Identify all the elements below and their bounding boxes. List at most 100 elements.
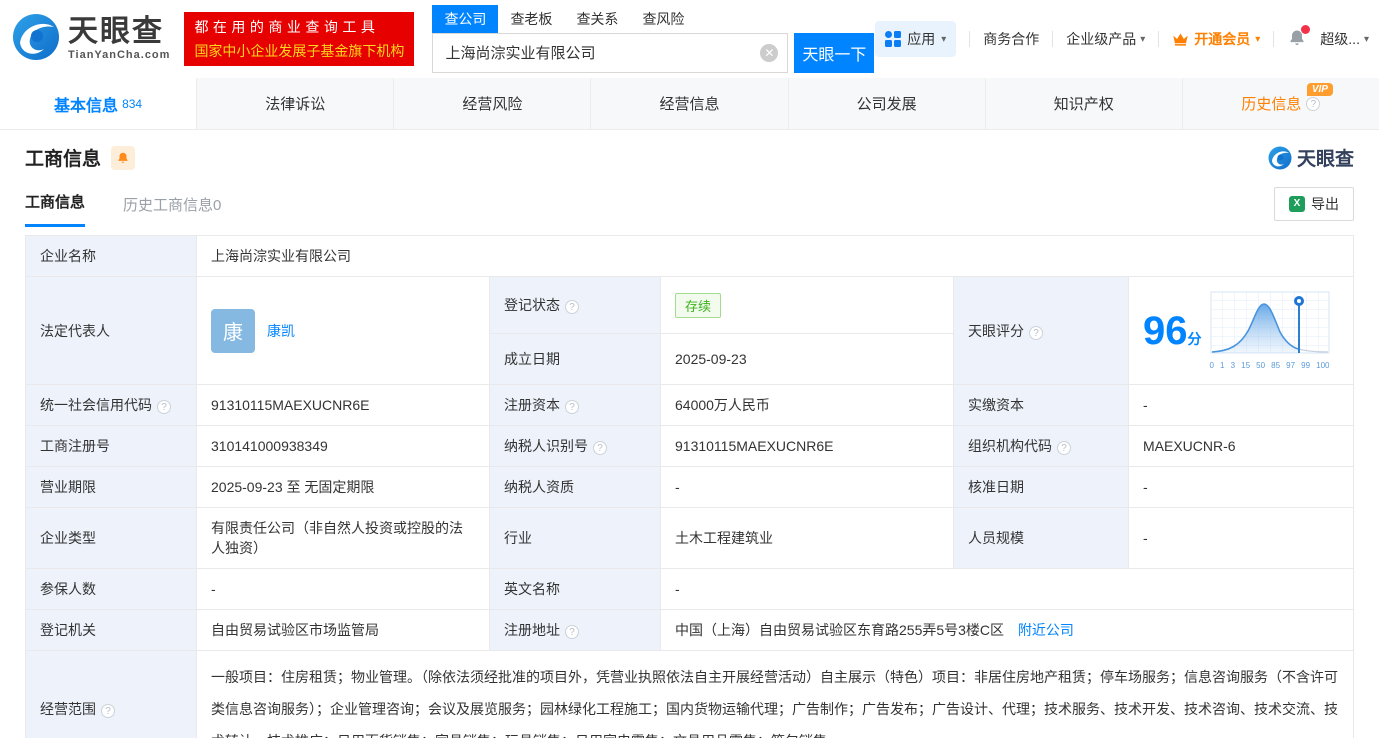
- promo-banner: 都在用的商业查询工具 国家中小企业发展子基金旗下机构: [184, 12, 415, 66]
- subtab-business-info[interactable]: 工商信息: [25, 191, 86, 227]
- authority-label: 登记机关: [25, 609, 197, 651]
- org-code-label-cell: 组织机构代码?: [953, 425, 1129, 467]
- company-name-value: 上海尚淙实业有限公司: [196, 235, 1354, 277]
- industry-label: 行业: [489, 507, 661, 569]
- search-tab-company[interactable]: 查公司: [432, 4, 499, 33]
- tab-basic-info[interactable]: 基本信息 834: [0, 78, 198, 129]
- reg-no-value: 310141000938349: [196, 425, 490, 467]
- divider: [1052, 31, 1054, 47]
- tab-legal-litigation[interactable]: 法律诉讼: [197, 78, 395, 129]
- chevron-down-icon: ▾: [1255, 33, 1261, 45]
- tab-operation-risk[interactable]: 经营风险: [394, 78, 592, 129]
- tab-operation-info[interactable]: 经营信息: [591, 78, 789, 129]
- chevron-down-icon: ▾: [941, 33, 947, 45]
- help-icon[interactable]: ?: [593, 441, 607, 455]
- main-content: 工商信息 天眼查 工商信息 历史工商信息0 X 导出 企业名称 上海尚淙实业有限…: [0, 130, 1379, 738]
- company-type-label: 企业类型: [25, 507, 197, 569]
- divider: [1273, 31, 1275, 47]
- taxpayer-id-label-cell: 纳税人识别号?: [489, 425, 661, 467]
- legal-rep-link[interactable]: 康凯: [267, 321, 295, 341]
- establish-date-value: 2025-09-23: [660, 333, 954, 385]
- tab-intellectual-property[interactable]: 知识产权: [986, 78, 1183, 129]
- help-icon[interactable]: ?: [565, 400, 579, 414]
- company-type-value: 有限责任公司（非自然人投资或控股的法人独资）: [196, 507, 490, 569]
- tianyancha-logo[interactable]: 天眼查 TianYanCha.com: [12, 13, 170, 66]
- term-label: 营业期限: [25, 466, 197, 508]
- score-cell[interactable]: 96分 0 1 3 15 50 85 97 99 100: [1128, 276, 1354, 385]
- account-menu[interactable]: 超级... ▾: [1320, 29, 1369, 49]
- approval-date-value: -: [1128, 466, 1354, 508]
- tab-history-info[interactable]: VIP 历史信息 ?: [1183, 78, 1379, 129]
- promo-line2: 国家中小企业发展子基金旗下机构: [194, 43, 405, 59]
- paid-capital-value: -: [1128, 384, 1354, 426]
- en-name-label: 英文名称: [489, 568, 661, 610]
- brand-domain: TianYanCha.com: [68, 49, 171, 61]
- paid-capital-label: 实缴资本: [953, 384, 1129, 426]
- company-name-label: 企业名称: [25, 235, 197, 277]
- excel-icon: X: [1289, 196, 1305, 212]
- top-nav: 应用 ▾ 商务合作 企业级产品 ▾ 开通会员 ▾ 超级... ▾: [875, 21, 1369, 57]
- address-label-cell: 注册地址?: [489, 609, 661, 651]
- tab-label: 经营信息: [659, 96, 720, 113]
- apps-menu[interactable]: 应用 ▾: [875, 21, 957, 57]
- subtab-history-business-info[interactable]: 历史工商信息0: [123, 194, 221, 227]
- enterprise-label: 企业级产品: [1066, 31, 1137, 47]
- staff-size-value: -: [1128, 507, 1354, 569]
- table-row: 经营范围? 一般项目：住房租赁；物业管理。（除依法须经批准的项目外，凭营业执照依…: [25, 650, 1354, 738]
- address-value-cell: 中国（上海）自由贸易试验区东育路255弄5号3楼C区 附近公司: [660, 609, 1354, 651]
- score-unit: 分: [1187, 330, 1202, 347]
- notification-dot: [1301, 24, 1311, 34]
- apps-grid-icon: [885, 31, 902, 47]
- help-icon[interactable]: ?: [1057, 441, 1071, 455]
- help-icon[interactable]: ?: [565, 300, 579, 315]
- subscribe-bell-button[interactable]: [111, 145, 136, 170]
- uscc-label-cell: 统一社会信用代码?: [25, 384, 197, 426]
- insured-value: -: [196, 568, 490, 610]
- search-area: 查公司 查老板 查关系 查风险 ✕ 天眼一下: [432, 4, 875, 73]
- reg-status-label: 登记状态: [504, 297, 560, 314]
- search-tab-boss[interactable]: 查老板: [498, 5, 564, 33]
- clear-search-icon[interactable]: ✕: [760, 43, 779, 62]
- score-distribution-chart: 0 1 3 15 50 85 97 99 100: [1210, 291, 1330, 370]
- help-icon[interactable]: ?: [1306, 96, 1321, 111]
- bell-icon: [118, 152, 128, 163]
- nav-business-coop[interactable]: 商务合作: [983, 29, 1039, 49]
- export-button[interactable]: X 导出: [1274, 187, 1354, 221]
- reg-status-value: 存续: [660, 275, 954, 335]
- taxpayer-quali-value: -: [660, 466, 954, 508]
- tab-label: 历史信息: [1241, 96, 1302, 113]
- help-icon[interactable]: ?: [1029, 325, 1043, 340]
- help-icon[interactable]: ?: [101, 704, 115, 718]
- approval-date-label: 核准日期: [953, 466, 1129, 508]
- table-row: 登记机关 自由贸易试验区市场监管局 注册地址? 中国（上海）自由贸易试验区东育路…: [25, 609, 1354, 651]
- help-icon[interactable]: ?: [157, 400, 171, 414]
- table-row: 统一社会信用代码? 91310115MAEXUCNR6E 注册资本? 64000…: [25, 384, 1354, 426]
- brand-name: 天眼查: [68, 15, 164, 48]
- watermark-logo: 天眼查: [1268, 144, 1354, 171]
- uscc-value: 91310115MAEXUCNR6E: [196, 384, 490, 426]
- search-tab-risk[interactable]: 查风险: [630, 5, 696, 33]
- taxpayer-id-label: 纳税人识别号: [504, 438, 588, 454]
- divider: [969, 31, 971, 47]
- promo-line1: 都在用的商业查询工具: [194, 19, 380, 35]
- nearby-companies-link[interactable]: 附近公司: [1018, 622, 1074, 638]
- open-vip-button[interactable]: 开通会员 ▾: [1172, 29, 1260, 49]
- tab-company-development[interactable]: 公司发展: [789, 78, 986, 129]
- search-input[interactable]: [432, 32, 789, 73]
- legal-rep-label: 法定代表人: [25, 276, 197, 385]
- notifications-bell[interactable]: [1287, 24, 1311, 51]
- avatar[interactable]: 康: [211, 308, 255, 353]
- legal-rep-cell: 康 康凯: [196, 276, 490, 385]
- chevron-down-icon: ▾: [1363, 33, 1369, 45]
- reg-capital-label-cell: 注册资本?: [489, 384, 661, 426]
- search-tabs: 查公司 查老板 查关系 查风险: [432, 4, 874, 33]
- search-tab-relation[interactable]: 查关系: [564, 5, 630, 33]
- help-icon[interactable]: ?: [565, 625, 579, 639]
- tab-label: 基本信息: [54, 97, 119, 115]
- nav-enterprise-products[interactable]: 企业级产品 ▾: [1066, 29, 1145, 49]
- search-button[interactable]: 天眼一下: [794, 32, 875, 73]
- taxpayer-id-value: 91310115MAEXUCNR6E: [660, 425, 954, 467]
- org-code-value: MAEXUCNR-6: [1128, 425, 1354, 467]
- uscc-label: 统一社会信用代码: [40, 397, 152, 413]
- scope-label: 经营范围: [40, 701, 96, 717]
